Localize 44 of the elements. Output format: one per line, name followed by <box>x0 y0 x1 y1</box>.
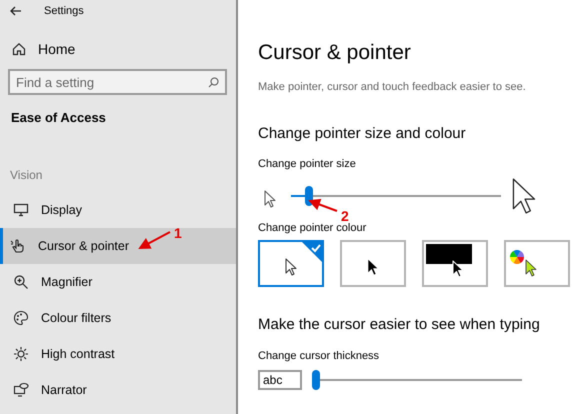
pointer-icon <box>367 258 379 276</box>
home-link[interactable]: Home <box>38 41 76 57</box>
cursor-thickness-slider[interactable] <box>312 370 522 390</box>
magnifier-icon <box>13 274 29 290</box>
section-title: Ease of Access <box>11 110 107 125</box>
home-icon[interactable] <box>12 42 26 56</box>
sidebar-item[interactable]: High contrast <box>0 336 236 372</box>
slider-label: Change cursor thickness <box>258 350 380 362</box>
pointer-colour-option[interactable] <box>422 240 488 287</box>
search-field[interactable]: Find a setting <box>8 69 227 95</box>
hand-pointer-icon <box>10 238 26 254</box>
pointer-icon <box>525 259 537 277</box>
pointer-size-slider[interactable] <box>291 186 501 206</box>
group-label: Vision <box>10 168 44 182</box>
back-arrow-icon[interactable] <box>10 6 22 16</box>
annotation-number: 2 <box>341 208 349 224</box>
narrator-icon <box>13 382 29 398</box>
pointer-icon <box>285 258 297 276</box>
cursor-preview-field: abc <box>258 370 302 390</box>
sidebar-item[interactable]: Colour filters <box>0 300 236 336</box>
section-label: Change pointer colour <box>258 222 368 234</box>
annotation-arrow <box>138 231 170 249</box>
colour-wheel-icon <box>510 250 524 264</box>
sidebar-item[interactable]: Display <box>0 192 236 228</box>
monitor-icon <box>13 202 29 218</box>
section-heading: Make the cursor easier to see when typing <box>258 316 541 333</box>
inverted-pointer-icon <box>426 244 472 278</box>
annotation-arrow <box>308 198 338 212</box>
search-icon[interactable] <box>208 77 219 88</box>
window-title: Settings <box>44 5 84 17</box>
sun-icon <box>13 346 29 362</box>
page-title: Cursor & pointer <box>258 41 412 65</box>
annotation-number: 1 <box>174 225 182 241</box>
palette-icon <box>13 310 29 326</box>
checkmark-icon <box>302 242 322 262</box>
slider-thumb[interactable] <box>305 186 314 206</box>
pointer-icon <box>511 177 537 215</box>
page-description: Make pointer, cursor and touch feedback easier to see. <box>258 81 527 93</box>
pointer-icon <box>264 190 276 208</box>
slider-thumb[interactable] <box>312 370 320 390</box>
sidebar-item[interactable]: Narrator <box>0 372 236 408</box>
sidebar-item[interactable]: Magnifier <box>0 264 236 300</box>
slider-label: Change pointer size <box>258 158 357 170</box>
section-heading: Change pointer size and colour <box>258 125 467 142</box>
